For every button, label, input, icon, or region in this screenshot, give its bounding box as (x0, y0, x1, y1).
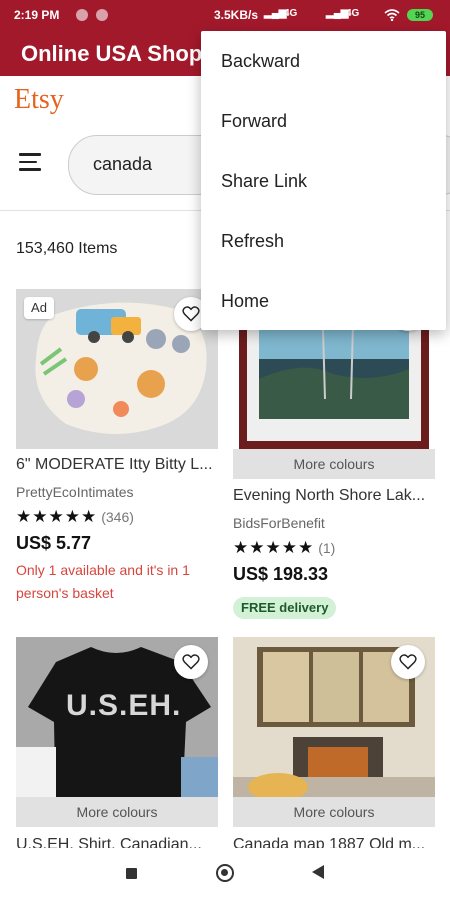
shirt-print-text: U.S.EH. (66, 689, 182, 722)
more-colours-button[interactable]: More colours (233, 449, 435, 479)
product-card[interactable]: More colours Evening North Shore Lak... … (233, 289, 435, 619)
signal-type-1: 4G (284, 8, 298, 19)
menu-item-forward[interactable]: Forward (221, 111, 287, 132)
shop-name: BidsForBenefit (233, 515, 325, 531)
heart-icon[interactable] (391, 645, 425, 679)
review-count: (346) (101, 509, 134, 525)
battery-icon: 95 (407, 9, 433, 21)
product-image[interactable]: Ad (16, 289, 218, 449)
product-card[interactable]: Ad 6" MODERATE Itty Bitty L... PrettyEco… (16, 289, 218, 609)
more-colours-button[interactable]: More colours (16, 797, 218, 827)
price: US$ 5.77 (16, 533, 92, 553)
nav-back-icon[interactable] (312, 865, 324, 879)
menu-item-home[interactable]: Home (221, 291, 269, 312)
more-colours-button[interactable]: More colours (233, 797, 435, 827)
menu-item-backward[interactable]: Backward (221, 51, 300, 72)
product-title[interactable]: 6" MODERATE Itty Bitty L... (16, 456, 218, 474)
free-delivery-badge: FREE delivery (233, 597, 337, 619)
status-time: 2:19 PM (14, 8, 60, 22)
notification-dot-icon (96, 9, 108, 21)
rating-stars: ★★★★★ (16, 507, 98, 526)
heart-icon[interactable] (174, 645, 208, 679)
app-title: Online USA Shop (21, 41, 203, 66)
product-card[interactable]: U.S.EH. More colours U.S.EH. Shirt, Cana… (16, 637, 218, 853)
status-bar: 2:19 PM 3.5KB/s ▂▄▆ 4G ▂▄▆ 4G 95 (0, 0, 450, 30)
shop-name: PrettyEcoIntimates (16, 484, 134, 500)
overflow-menu: Backward Forward Share Link Refresh Home (201, 31, 446, 330)
net-speed: 3.5KB/s (214, 8, 259, 22)
nav-recents-icon[interactable] (126, 868, 137, 879)
menu-item-refresh[interactable]: Refresh (221, 231, 284, 252)
rating: ★★★★★ (1) (233, 538, 335, 558)
notification-dot-icon (76, 9, 88, 21)
price: US$ 198.33 (233, 564, 329, 584)
rating-stars: ★★★★★ (233, 538, 315, 557)
product-card[interactable]: More colours Canada map 1887 Old m... (233, 637, 435, 853)
product-title[interactable]: Evening North Shore Lak... (233, 487, 435, 505)
nav-home-icon[interactable] (216, 864, 234, 882)
scarcity-message: Only 1 available and it's in 1 person's … (16, 562, 190, 601)
signal-type-2: 4G (346, 8, 360, 19)
review-count: (1) (318, 540, 336, 556)
search-query[interactable]: canada (93, 154, 152, 175)
results-count: 153,460 Items (16, 240, 118, 257)
etsy-logo[interactable]: Etsy (14, 84, 64, 116)
hamburger-icon[interactable] (19, 153, 41, 173)
menu-item-share-link[interactable]: Share Link (221, 171, 307, 192)
rating: ★★★★★ (346) (16, 507, 134, 527)
system-nav-bar (0, 848, 450, 900)
wifi-icon (384, 9, 400, 21)
ad-badge: Ad (24, 297, 54, 319)
